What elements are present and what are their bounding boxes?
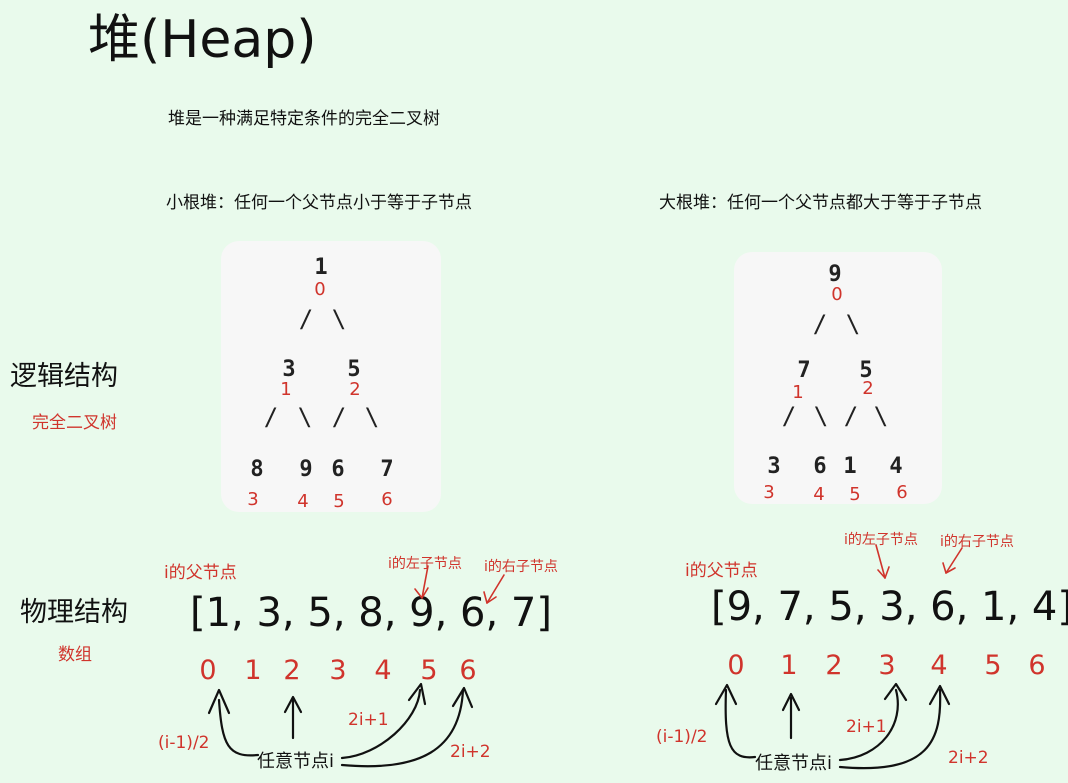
max-heap-child-pointers (875, 544, 963, 579)
min-heap-child-pointers (414, 565, 505, 604)
annotation-arrows (207, 544, 963, 770)
min-heap-index-arrows (207, 682, 474, 768)
max-heap-index-arrows (714, 682, 951, 770)
